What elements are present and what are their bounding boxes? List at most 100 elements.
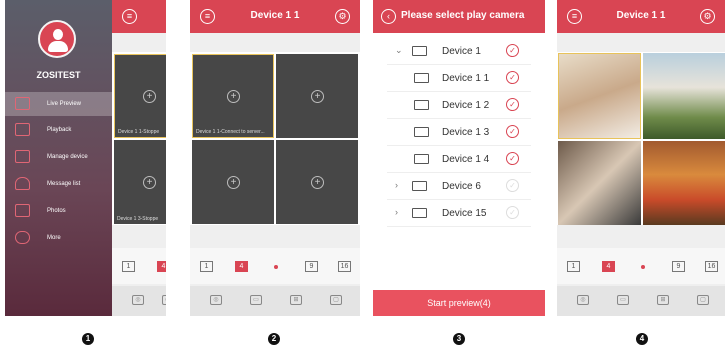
preview-grid: + Device 1 1-Connect to server... + + + — [190, 52, 360, 225]
menu-icon[interactable]: ≡ — [122, 9, 137, 24]
page-indicator — [274, 265, 278, 269]
panel-preview: ≡ Device 1 1 ⚙ + Device 1 1-Connect to s… — [190, 0, 360, 316]
ptz-icon[interactable]: ⊞ — [290, 295, 302, 305]
video-cell[interactable]: + Device 1 1-Stoppe — [114, 54, 166, 138]
playback-icon — [15, 123, 30, 136]
add-camera-icon[interactable]: + — [143, 176, 156, 189]
check-icon[interactable]: ✓ — [506, 125, 519, 138]
menu-more[interactable]: More — [5, 226, 112, 250]
back-icon[interactable]: ‹ — [381, 9, 396, 24]
camera-icon — [414, 127, 429, 137]
menu-label: Photos — [47, 208, 66, 214]
device-row[interactable]: ⌄ Device 1 ✓ — [387, 38, 531, 65]
add-camera-icon[interactable]: + — [227, 176, 240, 189]
panel-select-camera: ‹ Please select play camera ⌄ Device 1 ✓ D… — [373, 0, 545, 316]
camera-feed-family[interactable] — [558, 53, 641, 139]
camera-row[interactable]: Device 1 2 ✓ — [387, 92, 531, 119]
layout-4-button[interactable]: 4 — [602, 261, 615, 272]
video-cell[interactable]: + Device 1 1-Connect to server... — [192, 54, 274, 138]
snapshot-icon[interactable]: ◎ — [132, 295, 144, 305]
menu-live-preview[interactable]: Live Preview — [5, 92, 112, 116]
camera-name: Device 1 2 — [442, 100, 490, 111]
record-icon[interactable]: ▭ — [162, 295, 166, 305]
layout-4-button[interactable]: 4 — [235, 261, 248, 272]
menu-label: Message list — [47, 181, 81, 187]
username: ZOSITEST — [36, 70, 81, 80]
record-icon[interactable]: ▭ — [617, 295, 629, 305]
preview-grid: + Device 1 1-Stoppe + Device 1 3-Stoppe — [112, 52, 166, 225]
chevron-right-icon[interactable]: › — [395, 207, 398, 217]
fullscreen-icon[interactable]: ▢ — [330, 295, 342, 305]
camera-row[interactable]: Device 1 3 ✓ — [387, 119, 531, 146]
camera-name: Device 1 1 — [442, 73, 490, 84]
bell-icon — [15, 177, 30, 190]
record-icon[interactable]: ▭ — [250, 295, 262, 305]
photo-icon — [15, 204, 30, 217]
toolbar: ◎ ▭ ⊞ ▢ — [557, 286, 725, 316]
menu-label: More — [47, 235, 61, 241]
chevron-down-icon[interactable]: ⌄ — [395, 45, 403, 56]
camera-feed-market[interactable] — [643, 141, 725, 225]
video-cell[interactable]: + — [276, 54, 358, 138]
camera-icon — [414, 154, 429, 164]
layout-bar: 1 4 9 16 — [190, 248, 360, 284]
menu-label: Live Preview — [47, 101, 82, 107]
check-icon[interactable]: ✓ — [506, 179, 519, 192]
device-row[interactable]: › Device 6 ✓ — [387, 173, 531, 200]
menu-label: Playback — [47, 127, 72, 133]
toolbar: ◎ ▭ ⊞ ▢ — [190, 286, 360, 316]
cell-label: Device 1 3-Stoppe — [117, 216, 159, 222]
layout-1-button[interactable]: 1 — [122, 261, 135, 272]
start-preview-button[interactable]: Start preview(4) — [373, 290, 545, 316]
toolbar: ◎ ▭ — [112, 286, 166, 316]
chevron-right-icon[interactable]: › — [395, 180, 398, 190]
check-icon[interactable]: ✓ — [506, 206, 519, 219]
menu-label: Manage device — [47, 154, 88, 160]
step-4-number: 4 — [636, 333, 648, 345]
add-camera-icon[interactable]: + — [227, 90, 240, 103]
check-icon[interactable]: ✓ — [506, 152, 519, 165]
avatar[interactable] — [38, 20, 76, 58]
check-icon[interactable]: ✓ — [506, 44, 519, 57]
step-2-number: 2 — [268, 333, 280, 345]
snapshot-icon[interactable]: ◎ — [577, 295, 589, 305]
panel-live-view: ≡ Device 1 1 ⚙ 1 4 9 16 ◎ ▭ ⊞ ▢ — [557, 0, 725, 316]
camera-feed-office[interactable] — [558, 141, 641, 225]
menu-manage-device[interactable]: Manage device — [5, 145, 112, 169]
menu-message-list[interactable]: Message list — [5, 172, 112, 196]
layout-1-button[interactable]: 1 — [567, 261, 580, 272]
camera-name: Device 1 3 — [442, 127, 490, 138]
device-row[interactable]: › Device 15 ✓ — [387, 200, 531, 227]
settings-icon[interactable]: ⚙ — [700, 9, 715, 24]
add-camera-icon[interactable]: + — [311, 176, 324, 189]
camera-name: Device 1 4 — [442, 154, 490, 165]
side-menu: ZOSITEST Live Preview Playback Manage de… — [5, 0, 112, 316]
header: ‹ Please select play camera — [373, 0, 545, 33]
fullscreen-icon[interactable]: ▢ — [697, 295, 709, 305]
menu-playback[interactable]: Playback — [5, 118, 112, 142]
snapshot-icon[interactable]: ◎ — [210, 295, 222, 305]
video-cell[interactable]: + — [276, 140, 358, 224]
camera-feed-house[interactable] — [643, 53, 725, 139]
settings-icon[interactable]: ⚙ — [335, 9, 350, 24]
video-cell[interactable]: + Device 1 3-Stoppe — [114, 140, 166, 224]
check-icon[interactable]: ✓ — [506, 98, 519, 111]
menu-photos[interactable]: Photos — [5, 199, 112, 223]
cloud-icon — [15, 231, 30, 244]
add-camera-icon[interactable]: + — [143, 90, 156, 103]
ptz-icon[interactable]: ⊞ — [657, 295, 669, 305]
layout-4-button[interactable]: 4 — [157, 261, 166, 272]
panel-menu: ≡ + Device 1 1-Stoppe + Device 1 3-Stopp… — [5, 0, 166, 316]
layout-9-button[interactable]: 9 — [672, 261, 685, 272]
video-cell[interactable]: + — [192, 140, 274, 224]
device-name: Device 6 — [442, 181, 481, 192]
camera-row[interactable]: Device 1 1 ✓ — [387, 65, 531, 92]
step-3-number: 3 — [453, 333, 465, 345]
layout-1-button[interactable]: 1 — [200, 261, 213, 272]
add-camera-icon[interactable]: + — [311, 90, 324, 103]
check-icon[interactable]: ✓ — [506, 71, 519, 84]
layout-16-button[interactable]: 16 — [338, 261, 351, 272]
layout-16-button[interactable]: 16 — [705, 261, 718, 272]
layout-9-button[interactable]: 9 — [305, 261, 318, 272]
camera-row[interactable]: Device 1 4 ✓ — [387, 146, 531, 173]
